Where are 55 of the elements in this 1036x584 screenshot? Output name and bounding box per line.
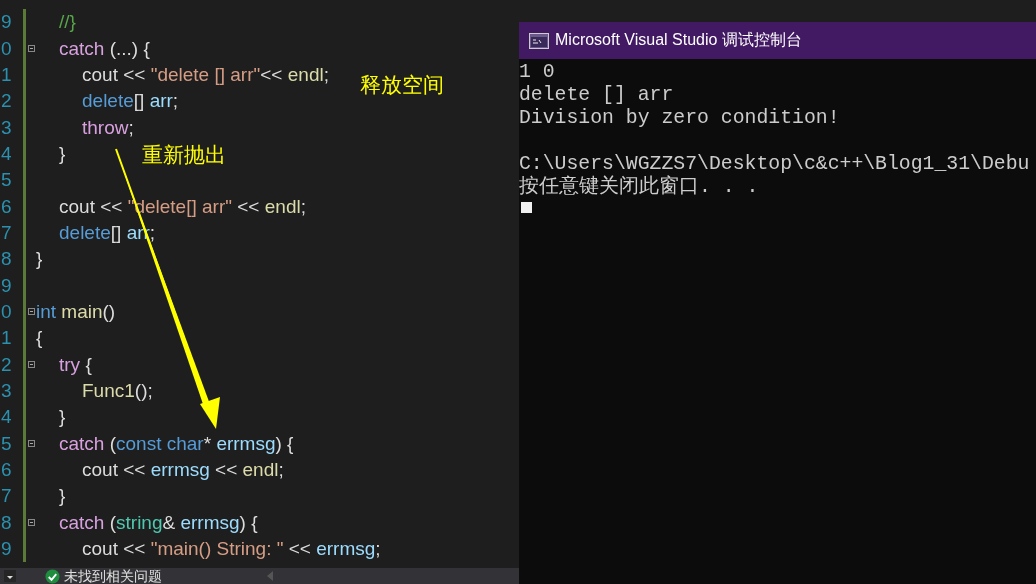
code-line: catch (string& errmsg) { [59,510,258,535]
code-line: cout << errmsg << endl; [82,458,284,482]
code-line: cout << "main() String: " << errmsg; [82,537,381,562]
collapse-icon[interactable] [28,519,35,527]
line-number: 9 [1,538,12,561]
line-number: 8 [1,248,12,271]
collapse-icon[interactable] [28,45,35,52]
collapse-icon[interactable] [28,440,35,448]
line-number: 4 [1,406,12,429]
code-line: } [36,247,43,272]
collapse-icon[interactable] [28,361,35,369]
code-line: } [59,484,66,509]
console-output-line: C:\Users\WGZZS7\Desktop\c&c++\Blog1_31\Debu [519,153,1031,175]
check-icon [45,568,60,584]
code-line: int main() [36,299,116,324]
code-line: catch (const char* errmsg) { [59,431,294,456]
status-message: 未找到相关问题 [64,568,162,584]
line-number: 2 [1,90,12,113]
window-title: Microsoft Visual Studio 调试控制台 [555,30,802,50]
annotation-label: 释放空间 [360,72,444,98]
code-line: Func1(); [82,379,153,403]
line-number: 0 [1,37,12,60]
dropdown-icon[interactable] [4,570,16,582]
line-number: 1 [1,63,12,86]
line-number: 7 [1,485,12,508]
code-line: { [36,326,43,351]
line-number: 5 [1,432,12,455]
console-output-line: 1 0 [519,61,556,84]
line-number: 0 [1,300,12,323]
console-app-icon [529,32,549,49]
line-number: 8 [1,511,12,534]
code-line: catch (...) { [59,36,150,61]
code-line: } [59,405,66,430]
console-output-line: 按任意键关闭此窗口. . . [519,176,760,199]
code-line: try { [59,352,92,377]
line-number: 6 [1,195,12,218]
code-line: } [59,141,66,166]
code-line: cout << "delete [] arr"<< endl; [82,62,329,87]
console-output-line: delete [] arr [519,84,675,107]
line-number: 2 [1,353,12,376]
line-number: 1 [1,327,12,350]
line-number: 7 [1,221,12,244]
line-number: 3 [1,116,12,139]
line-number: 4 [1,142,12,165]
line-number: 3 [1,380,12,402]
line-number: 9 [1,11,12,34]
console-output-line: Division by zero condition! [519,107,841,130]
line-number: 9 [1,274,12,297]
code-line: throw; [82,115,134,140]
collapse-icon[interactable] [28,308,35,316]
annotation-label: 重新抛出 [142,142,226,168]
code-comment: //} [59,10,76,35]
code-line: delete[] arr; [82,89,179,114]
line-number: 5 [1,169,12,192]
line-number: 6 [1,459,12,481]
